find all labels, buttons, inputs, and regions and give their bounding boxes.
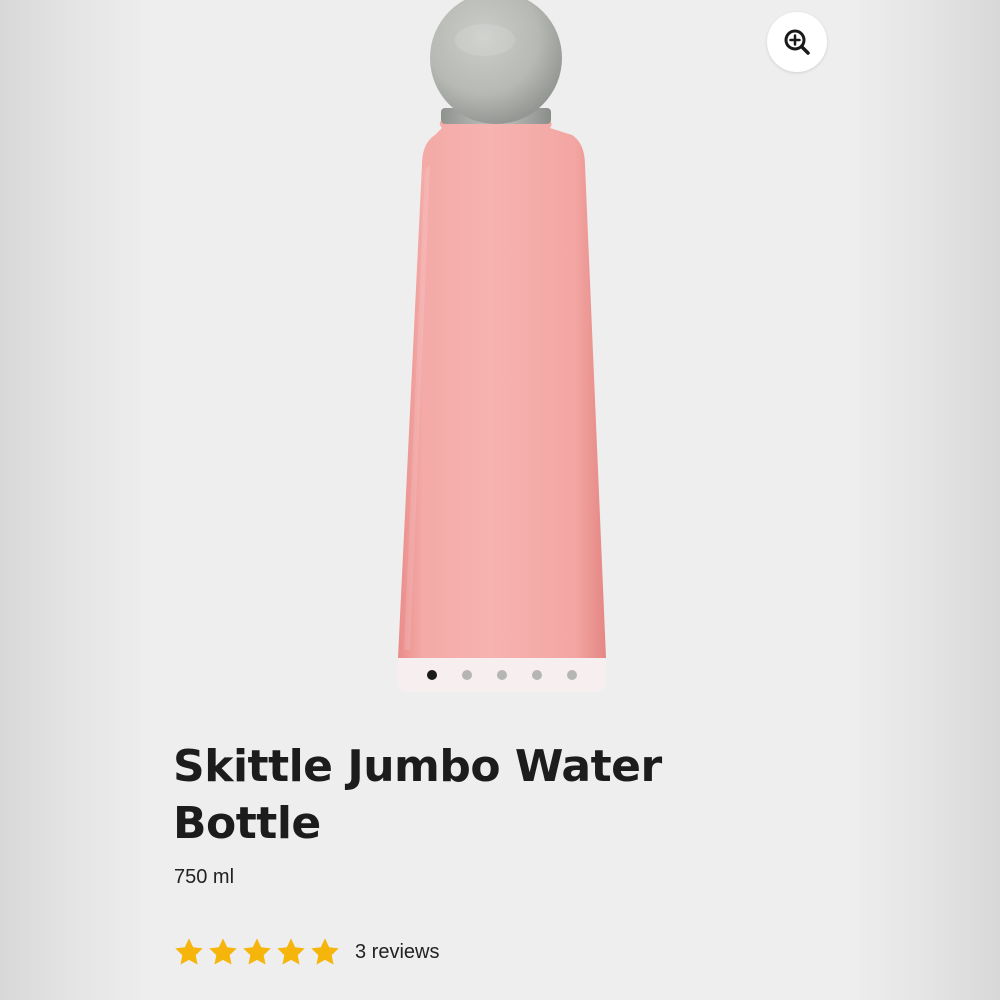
- background-right: [860, 0, 1000, 1000]
- rating-row: 3 reviews: [173, 936, 439, 968]
- water-bottle-image: [398, 0, 606, 658]
- product-image[interactable]: [140, 0, 860, 700]
- carousel-dot[interactable]: [462, 670, 472, 680]
- background-left: [0, 0, 140, 1000]
- carousel-dot[interactable]: [427, 670, 437, 680]
- star-icon: [243, 938, 271, 965]
- carousel-dot[interactable]: [532, 670, 542, 680]
- reviews-link[interactable]: 3 reviews: [355, 941, 439, 964]
- star-rating: [173, 936, 341, 968]
- image-carousel-dots: [398, 658, 606, 692]
- product-page: Skittle Jumbo Water Bottle 750 ml 3 revi…: [140, 0, 860, 1000]
- star-icon: [311, 938, 339, 965]
- product-title: Skittle Jumbo Water Bottle: [173, 741, 662, 849]
- zoom-button[interactable]: [767, 12, 827, 72]
- star-icon: [175, 938, 203, 965]
- product-size: 750 ml: [174, 866, 235, 888]
- carousel-dot[interactable]: [497, 670, 507, 680]
- star-icon: [209, 938, 237, 965]
- carousel-dot[interactable]: [567, 670, 577, 680]
- zoom-in-icon: [784, 29, 810, 55]
- star-icon: [277, 938, 305, 965]
